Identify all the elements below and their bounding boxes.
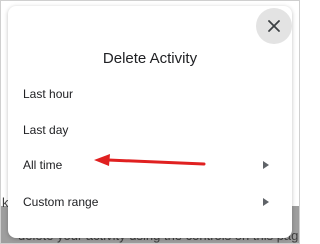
option-last-hour[interactable]: Last hour [8, 80, 292, 110]
option-custom-range[interactable]: Custom range [8, 188, 292, 218]
option-last-day[interactable]: Last day [8, 116, 292, 146]
option-label: Custom range [23, 195, 99, 209]
close-button[interactable] [256, 8, 292, 44]
chevron-right-icon [263, 161, 269, 169]
option-label: Last hour [23, 87, 74, 101]
chevron-right-icon [263, 198, 269, 206]
screenshot: k delete your activity using the control… [0, 0, 300, 244]
option-label: All time [23, 158, 63, 172]
dialog-title: Delete Activity [102, 50, 198, 67]
delete-activity-dialog: Delete Activity Last hour Last day All t… [8, 6, 292, 238]
close-icon [268, 20, 280, 32]
option-label: Last day [23, 123, 69, 137]
red-arrow-annotation [94, 154, 206, 166]
